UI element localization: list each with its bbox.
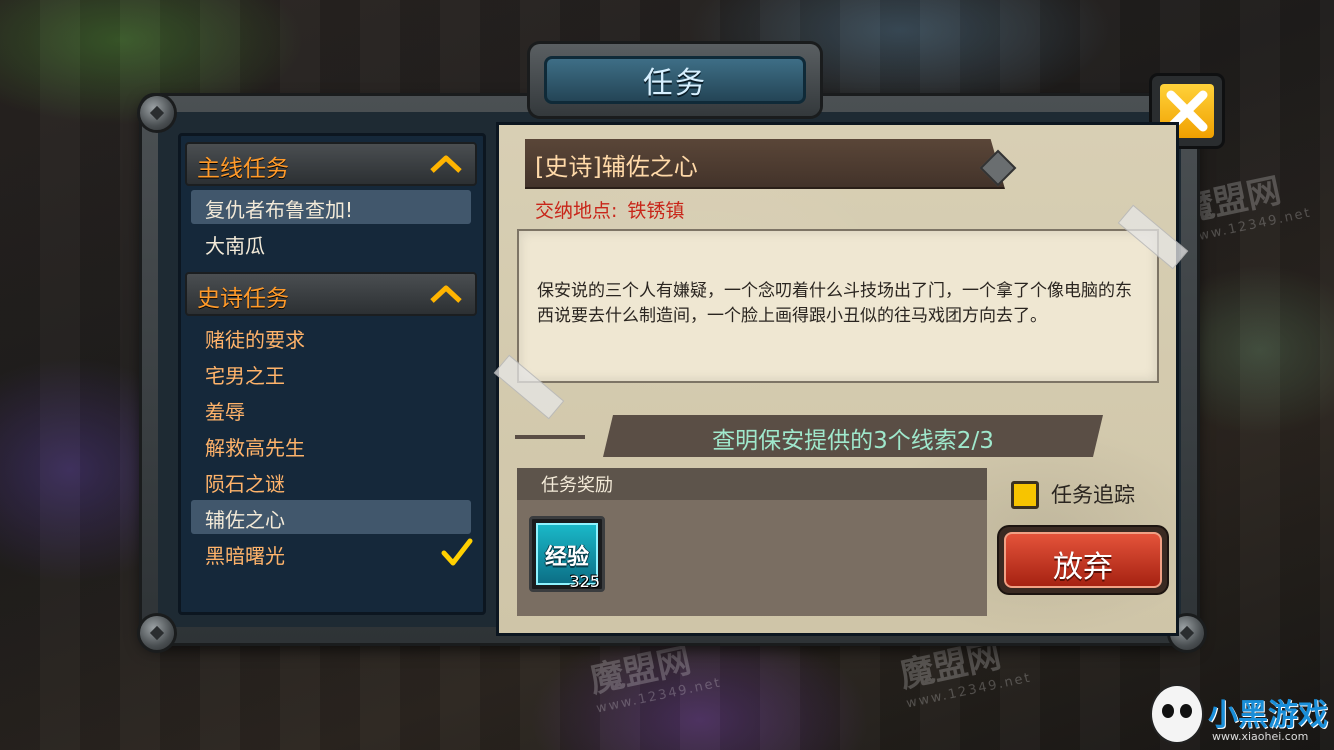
quest-item-label: 羞辱 [205, 400, 245, 424]
checkmark-icon [441, 538, 473, 566]
quest-item[interactable]: 解救高先生 [191, 428, 471, 462]
chevron-up-icon [430, 155, 462, 173]
location-label: 交纳地点: [535, 200, 618, 222]
abandon-button[interactable]: 放弃 [999, 527, 1167, 593]
panda-logo-icon [1150, 684, 1204, 744]
corner-bolt-icon [140, 616, 174, 650]
quest-item[interactable]: 黑暗曙光 [191, 536, 473, 570]
category-label: 史诗任务 [197, 286, 289, 312]
corner-bolt-icon [140, 96, 174, 130]
quest-item-label: 陨石之谜 [205, 472, 285, 496]
reward-item-exp[interactable]: 经验 325 [529, 516, 605, 592]
quest-item[interactable]: 辅佐之心 [191, 500, 471, 534]
quest-description-box: 保安说的三个人有嫌疑，一个念叨着什么斗技场出了门，一个拿了个像电脑的东西说要去什… [517, 229, 1159, 383]
quest-list-panel[interactable]: 主线任务 复仇者布鲁查加! 大南瓜 史诗任务 赌徒的要求 宅男之王 羞辱 解救高… [178, 133, 486, 615]
quest-item[interactable]: 陨石之谜 [191, 464, 471, 498]
quest-item[interactable]: 羞辱 [191, 392, 471, 426]
quest-item-label: 宅男之王 [205, 364, 285, 388]
reward-header: 任务奖励 [517, 468, 987, 500]
track-label: 任务追踪 [1051, 483, 1135, 507]
reward-area: 经验 325 [517, 500, 987, 616]
chevron-up-icon [430, 285, 462, 303]
quest-item-label: 赌徒的要求 [205, 328, 305, 352]
divider [515, 435, 585, 439]
quest-title: [史诗]辅佐之心 [535, 153, 698, 181]
reward-name: 经验 [544, 545, 589, 570]
quest-description: 保安说的三个人有嫌疑，一个念叨着什么斗技场出了门，一个拿了个像电脑的东西说要去什… [537, 281, 1132, 326]
quest-item[interactable]: 大南瓜 [191, 226, 471, 260]
reward-header-label: 任务奖励 [541, 475, 613, 496]
quest-item[interactable]: 赌徒的要求 [191, 320, 471, 354]
window-title: 任务 [643, 66, 707, 101]
title-tab: 任务 [530, 44, 820, 116]
objective-bar: 查明保安提供的3个线索2/3 [603, 415, 1103, 457]
title-plate: 任务 [544, 56, 806, 104]
reward-amount: 325 [569, 572, 600, 591]
location-value: 铁锈镇 [627, 200, 685, 222]
delivery-location: 交纳地点: 铁锈镇 [535, 196, 684, 223]
track-checkbox[interactable] [1011, 481, 1039, 509]
quest-item-label: 解救高先生 [205, 436, 305, 460]
corner-logo-name: 小黑游戏 [1208, 698, 1328, 733]
quest-item-label: 黑暗曙光 [205, 544, 285, 568]
quest-title-bar: [史诗]辅佐之心 [525, 139, 1005, 189]
quest-item[interactable]: 宅男之王 [191, 356, 471, 390]
category-epic-quests[interactable]: 史诗任务 [185, 272, 477, 316]
quest-item-label: 复仇者布鲁查加! [205, 198, 354, 222]
corner-logo: 小黑游戏 www.xiaohei.com [1150, 680, 1330, 746]
objective-text: 查明保安提供的3个线索2/3 [712, 428, 994, 454]
abandon-button-face[interactable]: 放弃 [1004, 532, 1162, 588]
category-main-quests[interactable]: 主线任务 [185, 142, 477, 186]
abandon-label: 放弃 [1053, 550, 1113, 585]
category-label: 主线任务 [197, 156, 289, 182]
quest-detail-panel: [史诗]辅佐之心 交纳地点: 铁锈镇 保安说的三个人有嫌疑，一个念叨着什么斗技场出… [493, 122, 1189, 636]
quest-item[interactable]: 复仇者布鲁查加! [191, 190, 471, 224]
corner-logo-url: www.xiaohei.com [1212, 730, 1309, 743]
quest-item-label: 辅佐之心 [205, 508, 285, 532]
quest-item-label: 大南瓜 [205, 234, 265, 258]
